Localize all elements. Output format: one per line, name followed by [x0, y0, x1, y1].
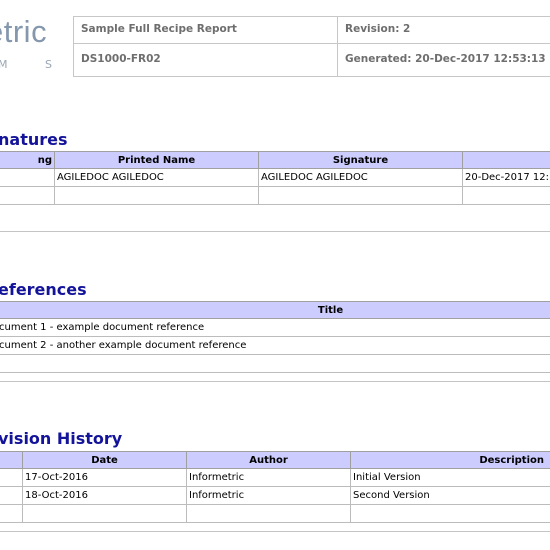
column-header: Description: [350, 451, 550, 469]
header-border: [73, 76, 550, 77]
table-cell: cument 1 - example document reference: [0, 318, 550, 337]
table-cell: [0, 486, 23, 505]
revision-history-table: Date Author Description 17-Oct-2016 Info…: [0, 451, 550, 523]
table-cell: 18-Oct-2016: [22, 486, 187, 505]
table-cell: [0, 468, 23, 487]
table-header-row: Date Author Description: [0, 451, 550, 469]
column-header: Signature: [258, 151, 463, 169]
section-divider: [0, 381, 550, 382]
header-divider: [73, 43, 550, 44]
company-logo-subtitle: M S: [0, 58, 69, 71]
column-header: [0, 451, 23, 469]
column-header: [462, 151, 550, 169]
column-header: Date: [22, 451, 187, 469]
table-cell: [0, 168, 55, 187]
table-cell: [54, 186, 259, 205]
table-row: [0, 354, 550, 373]
table-row: 18-Oct-2016 Informetric Second Version: [0, 486, 550, 505]
company-logo: etric: [0, 14, 48, 49]
table-cell: Second Version: [350, 486, 550, 505]
table-cell: Informetric: [186, 468, 351, 487]
table-row: cument 1 - example document reference: [0, 318, 550, 337]
table-cell: Initial Version: [350, 468, 550, 487]
column-header: Printed Name: [54, 151, 259, 169]
table-cell: [186, 504, 351, 523]
table-cell: 20-Dec-2017 12:: [462, 168, 550, 187]
table-header-row: Title: [0, 301, 550, 319]
references-section-title: eferences: [0, 280, 87, 299]
table-cell: cument 2 - another example document refe…: [0, 336, 550, 355]
header-border: [73, 16, 550, 17]
table-row: [0, 186, 550, 205]
table-row: 17-Oct-2016 Informetric Initial Version: [0, 468, 550, 487]
document-id: DS1000-FR02: [81, 53, 161, 65]
generated-timestamp: Generated: 20-Dec-2017 12:53:13: [345, 53, 546, 65]
table-cell: [22, 504, 187, 523]
table-cell: [0, 186, 55, 205]
table-row: AGILEDOC AGILEDOC AGILEDOC AGILEDOC 20-D…: [0, 168, 550, 187]
table-cell: [350, 504, 550, 523]
table-cell: [462, 186, 550, 205]
table-cell: Informetric: [186, 486, 351, 505]
table-cell: [0, 354, 550, 373]
revision-history-section-title: vision History: [0, 429, 123, 448]
header-divider: [337, 16, 338, 76]
table-cell: AGILEDOC AGILEDOC: [54, 168, 259, 187]
signatures-table: ng Printed Name Signature AGILEDOC AGILE…: [0, 151, 550, 205]
revision-label: Revision: 2: [345, 23, 411, 35]
table-cell: 17-Oct-2016: [22, 468, 187, 487]
column-header: Title: [0, 301, 550, 319]
signatures-section-title: natures: [0, 130, 68, 149]
table-cell: [0, 504, 23, 523]
table-header-row: ng Printed Name Signature: [0, 151, 550, 169]
table-cell: [258, 186, 463, 205]
header-divider: [73, 16, 74, 76]
column-header: Author: [186, 451, 351, 469]
table-row: cument 2 - another example document refe…: [0, 336, 550, 355]
table-cell: AGILEDOC AGILEDOC: [258, 168, 463, 187]
report-title: Sample Full Recipe Report: [81, 23, 237, 35]
references-table: Title cument 1 - example document refere…: [0, 301, 550, 373]
table-row: [0, 504, 550, 523]
section-divider: [0, 531, 550, 532]
section-divider: [0, 231, 550, 232]
column-header: ng: [0, 151, 55, 169]
